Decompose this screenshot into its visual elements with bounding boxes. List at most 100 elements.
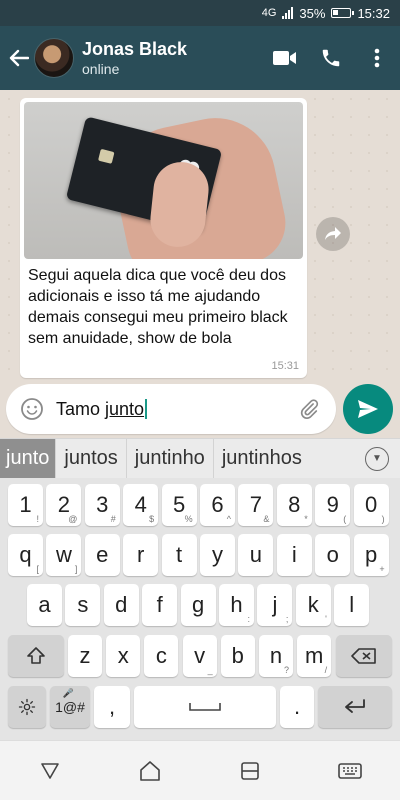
key-h[interactable]: h: — [219, 584, 254, 626]
message-image[interactable] — [24, 102, 303, 259]
back-arrow-icon[interactable] — [0, 26, 34, 90]
settings-key[interactable] — [8, 686, 46, 728]
contact-status: online — [82, 61, 120, 77]
key-r[interactable]: r — [123, 534, 159, 576]
key-b[interactable]: b — [220, 635, 255, 677]
navigation-bar — [0, 740, 400, 800]
key-c[interactable]: c — [144, 635, 179, 677]
keyboard-row-bottom: 1@# 🎤 , . — [0, 686, 400, 730]
more-options-icon[interactable] — [354, 26, 400, 90]
emoji-icon[interactable] — [18, 395, 46, 423]
key-q[interactable]: q[ — [8, 534, 43, 576]
key-u[interactable]: u — [238, 534, 274, 576]
key-l[interactable]: l — [334, 584, 370, 626]
key-label: k — [307, 592, 319, 617]
suggestion-item[interactable]: juntinhos — [214, 439, 310, 479]
battery-percent: 35% — [299, 5, 326, 21]
network-type: 4G — [261, 7, 277, 19]
attach-icon[interactable] — [294, 394, 324, 424]
microphone-icon: 🎤 — [62, 688, 74, 698]
battery-icon — [331, 8, 355, 18]
shift-icon — [27, 647, 45, 664]
key-label: u — [249, 542, 263, 567]
key-label: 5 — [172, 492, 186, 517]
send-button[interactable] — [343, 384, 393, 434]
key-n[interactable]: n? — [259, 635, 293, 677]
key-9[interactable]: 9( — [315, 484, 351, 526]
message-text: Segui aquela dica que você deu dos adici… — [28, 267, 288, 347]
shift-key[interactable] — [8, 635, 64, 677]
suggestion-item[interactable]: juntinho — [127, 438, 214, 479]
key-o[interactable]: o — [315, 534, 351, 576]
key-z[interactable]: z — [68, 635, 102, 677]
key-y[interactable]: y — [200, 534, 235, 576]
key-secondary-label: * — [304, 514, 308, 524]
send-icon — [358, 400, 378, 418]
key-t[interactable]: t — [161, 534, 197, 576]
period-key[interactable]: . — [280, 686, 314, 728]
key-s[interactable]: s — [65, 584, 101, 626]
key-secondary-label: $ — [149, 514, 155, 524]
keyboard-hide-icon[interactable] — [320, 741, 380, 800]
contact-info[interactable]: Jonas Black online — [82, 38, 262, 78]
chat-area[interactable]: Segui aquela dica que você deu dos adici… — [0, 90, 400, 380]
expand-suggestions-button[interactable]: ▼ — [354, 439, 400, 479]
key-label: l — [349, 592, 355, 617]
key-label: t — [176, 542, 183, 567]
key-secondary-label: [ — [36, 564, 39, 574]
key-label: e — [96, 542, 109, 567]
message-bubble[interactable]: Segui aquela dica que você deu dos adici… — [20, 98, 307, 378]
suggestion-item[interactable]: juntos — [56, 438, 127, 479]
avatar[interactable] — [34, 38, 74, 78]
back-nav-icon[interactable] — [20, 741, 80, 800]
key-secondary-label: ' — [325, 614, 327, 624]
key-a[interactable]: a — [27, 584, 62, 626]
key-g[interactable]: g — [180, 584, 216, 626]
backspace-key[interactable] — [336, 635, 392, 677]
space-key[interactable] — [134, 686, 276, 728]
key-secondary-label: ; — [285, 614, 289, 624]
key-m[interactable]: m / — [297, 635, 332, 677]
key-k[interactable]: k ' — [295, 584, 331, 626]
keyboard: 1! 2 @3 #4 $5% 6 ^ 7 & 8 * 9(0) q[w] e r t y u i o p + asdfg… — [0, 478, 400, 740]
keyboard-row-numbers: 1! 2 @3 #4 $5% 6 ^ 7 & 8 * 9(0) — [0, 484, 400, 528]
backspace-icon — [351, 648, 376, 664]
key-w[interactable]: w] — [46, 534, 82, 576]
forward-icon[interactable] — [316, 217, 350, 251]
key-label: r — [137, 542, 145, 567]
key-e[interactable]: e — [84, 534, 120, 576]
key-secondary-label: @ — [68, 514, 78, 524]
key-p[interactable]: p + — [353, 534, 389, 576]
key-d[interactable]: d — [103, 584, 139, 626]
home-nav-icon[interactable] — [120, 741, 180, 800]
key-label: x — [117, 643, 129, 668]
suggestion-item[interactable]: junto — [0, 438, 57, 479]
video-call-icon[interactable] — [262, 26, 308, 90]
key-secondary-label: ) — [381, 514, 385, 524]
key-7[interactable]: 7 & — [238, 484, 274, 526]
gear-icon — [18, 698, 36, 716]
key-5[interactable]: 5% — [161, 484, 197, 526]
key-1[interactable]: 1! — [8, 484, 43, 526]
message-time: 15:31 — [271, 360, 299, 372]
key-0[interactable]: 0) — [353, 484, 389, 526]
key-label: d — [115, 592, 128, 617]
enter-key[interactable] — [318, 686, 392, 728]
key-4[interactable]: 4 $ — [123, 484, 159, 526]
phone-call-icon[interactable] — [308, 26, 354, 90]
key-j[interactable]: j; — [257, 584, 293, 626]
recents-nav-icon[interactable] — [220, 741, 280, 800]
key-3[interactable]: 3 # — [84, 484, 120, 526]
key-f[interactable]: f — [142, 584, 178, 626]
key-8[interactable]: 8 * — [276, 484, 312, 526]
key-v[interactable]: v _ — [182, 635, 217, 677]
comma-key[interactable]: , — [94, 686, 130, 728]
key-2[interactable]: 2 @ — [46, 484, 82, 526]
key-i[interactable]: i — [276, 534, 312, 576]
message-input[interactable]: Tamo junto — [6, 384, 336, 434]
compose-bar: Tamo junto — [0, 380, 400, 438]
signal-icon — [282, 7, 294, 19]
symbols-key[interactable]: 1@# 🎤 — [50, 686, 90, 728]
key-x[interactable]: x — [106, 635, 141, 677]
key-6[interactable]: 6 ^ — [200, 484, 235, 526]
